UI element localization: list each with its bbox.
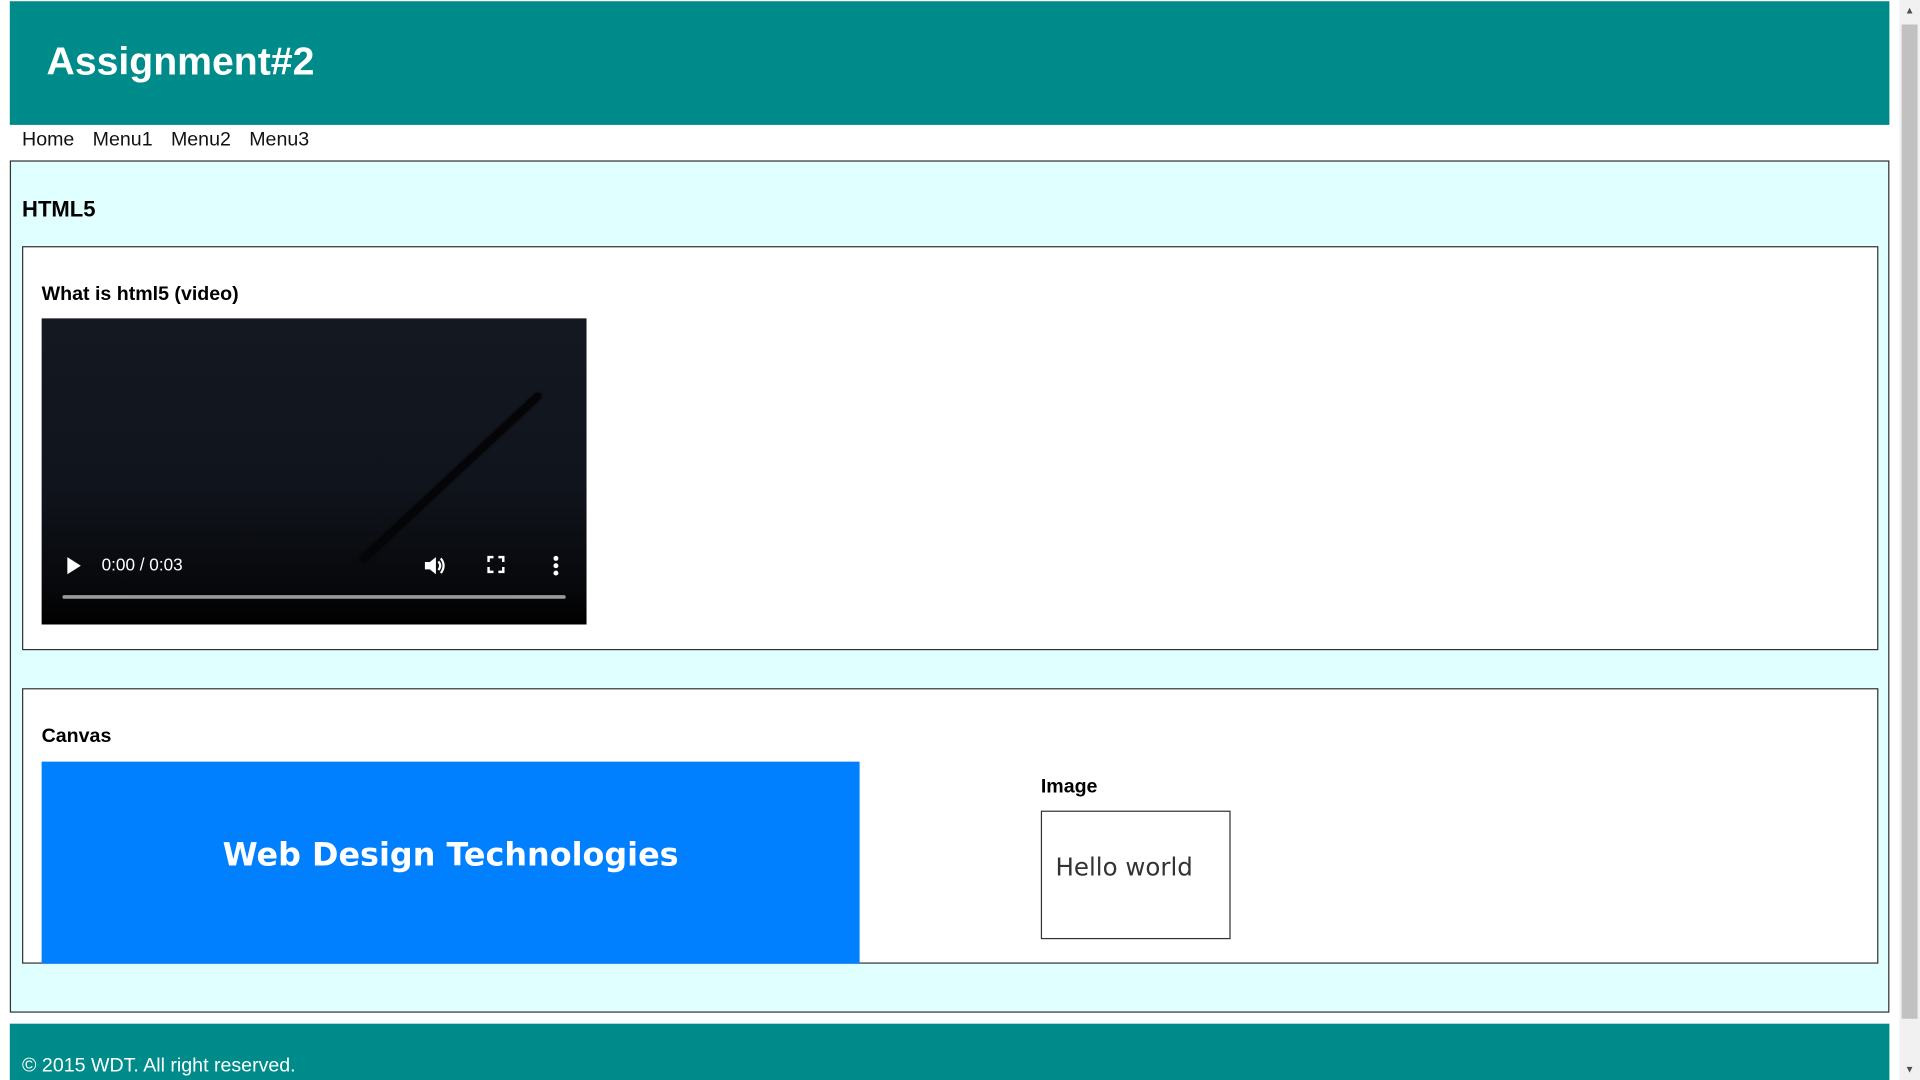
video-section: What is html5 (video) 0:00 / 0:03 (22, 246, 1879, 651)
footer-copyright: © 2015 WDT. All right reserved. (22, 1055, 296, 1077)
video-progress-bar[interactable] (62, 595, 566, 599)
canvas-section: Canvas Web Design Technologies Image Hel… (22, 688, 1879, 964)
page: Assignment#2 Home Menu1 Menu2 Menu3 HTML… (0, 0, 1920, 1080)
canvas-text: Web Design Technologies (222, 837, 679, 875)
nav-item-menu1[interactable]: Menu1 (93, 130, 153, 157)
nav-item-menu2[interactable]: Menu2 (171, 130, 231, 157)
image-box: Hello world (1040, 810, 1231, 940)
video-frame-streak (358, 391, 543, 564)
image-heading: Image (1040, 776, 1098, 798)
canvas-heading: Canvas (41, 726, 112, 747)
video-controls: 0:00 / 0:03 (42, 549, 587, 625)
site-footer: © 2015 WDT. All right reserved. (9, 1023, 1890, 1080)
section-heading: HTML5 (22, 197, 96, 222)
main-nav: Home Menu1 Menu2 Menu3 (22, 130, 309, 157)
scrollbar-thumb[interactable] (1901, 24, 1918, 1019)
volume-icon[interactable] (422, 553, 446, 577)
canvas-drawing: Web Design Technologies (41, 761, 860, 964)
video-player[interactable]: 0:00 / 0:03 (41, 318, 587, 625)
video-heading: What is html5 (video) (41, 284, 239, 305)
nav-item-home[interactable]: Home (22, 130, 74, 157)
nav-item-menu3[interactable]: Menu3 (249, 130, 309, 157)
site-header: Assignment#2 (9, 1, 1890, 125)
image-text: Hello world (1055, 852, 1193, 882)
page-title: Assignment#2 (46, 39, 315, 84)
more-vertical-icon[interactable] (550, 553, 562, 577)
play-icon[interactable] (64, 555, 84, 577)
scroll-down-arrow-icon[interactable]: ▼ (1899, 1059, 1920, 1080)
viewport: Assignment#2 Home Menu1 Menu2 Menu3 HTML… (0, 0, 1920, 1080)
fullscreen-icon[interactable] (485, 553, 507, 575)
scroll-up-arrow-icon[interactable]: ▲ (1899, 0, 1920, 21)
video-time: 0:00 / 0:03 (101, 554, 183, 575)
vertical-scrollbar[interactable]: ▲ ▼ (1899, 0, 1920, 1080)
main-content: HTML5 What is html5 (video) 0:00 / 0:03 (9, 160, 1890, 1013)
